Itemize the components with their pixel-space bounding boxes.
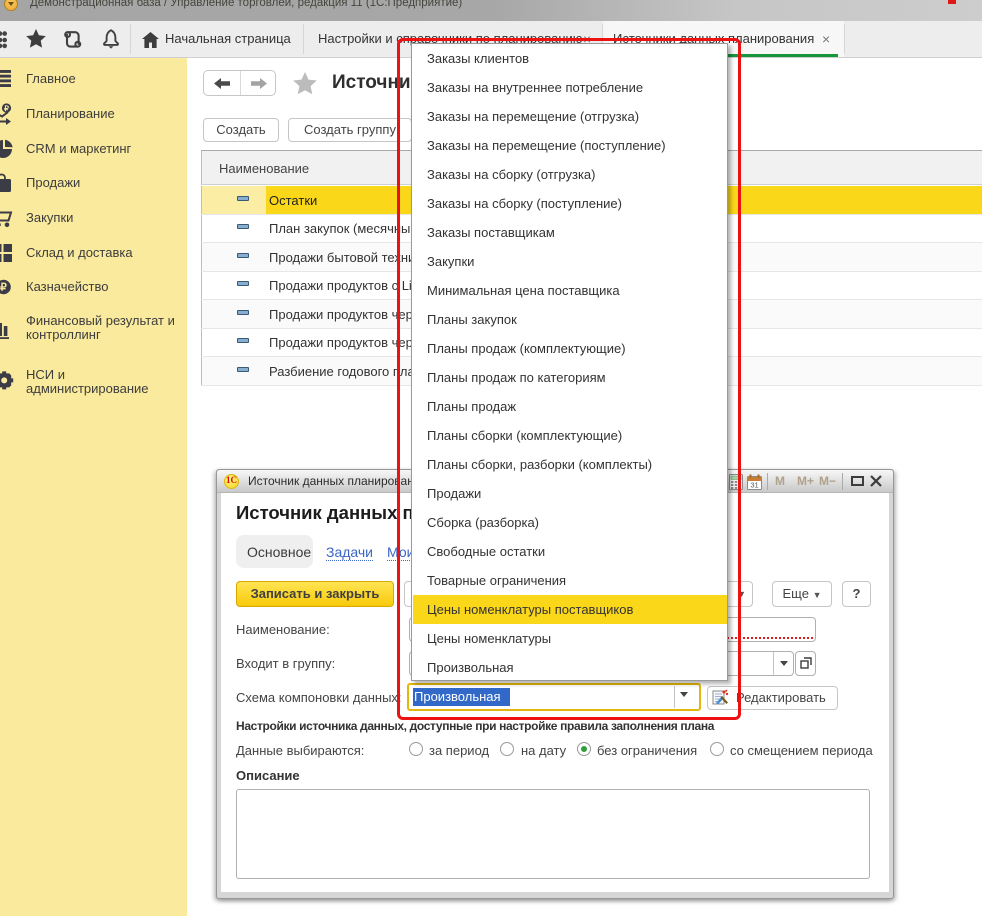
svg-text:₽: ₽ [0,282,7,294]
svg-text:31: 31 [750,481,758,490]
svg-text:₽: ₽ [4,104,9,113]
